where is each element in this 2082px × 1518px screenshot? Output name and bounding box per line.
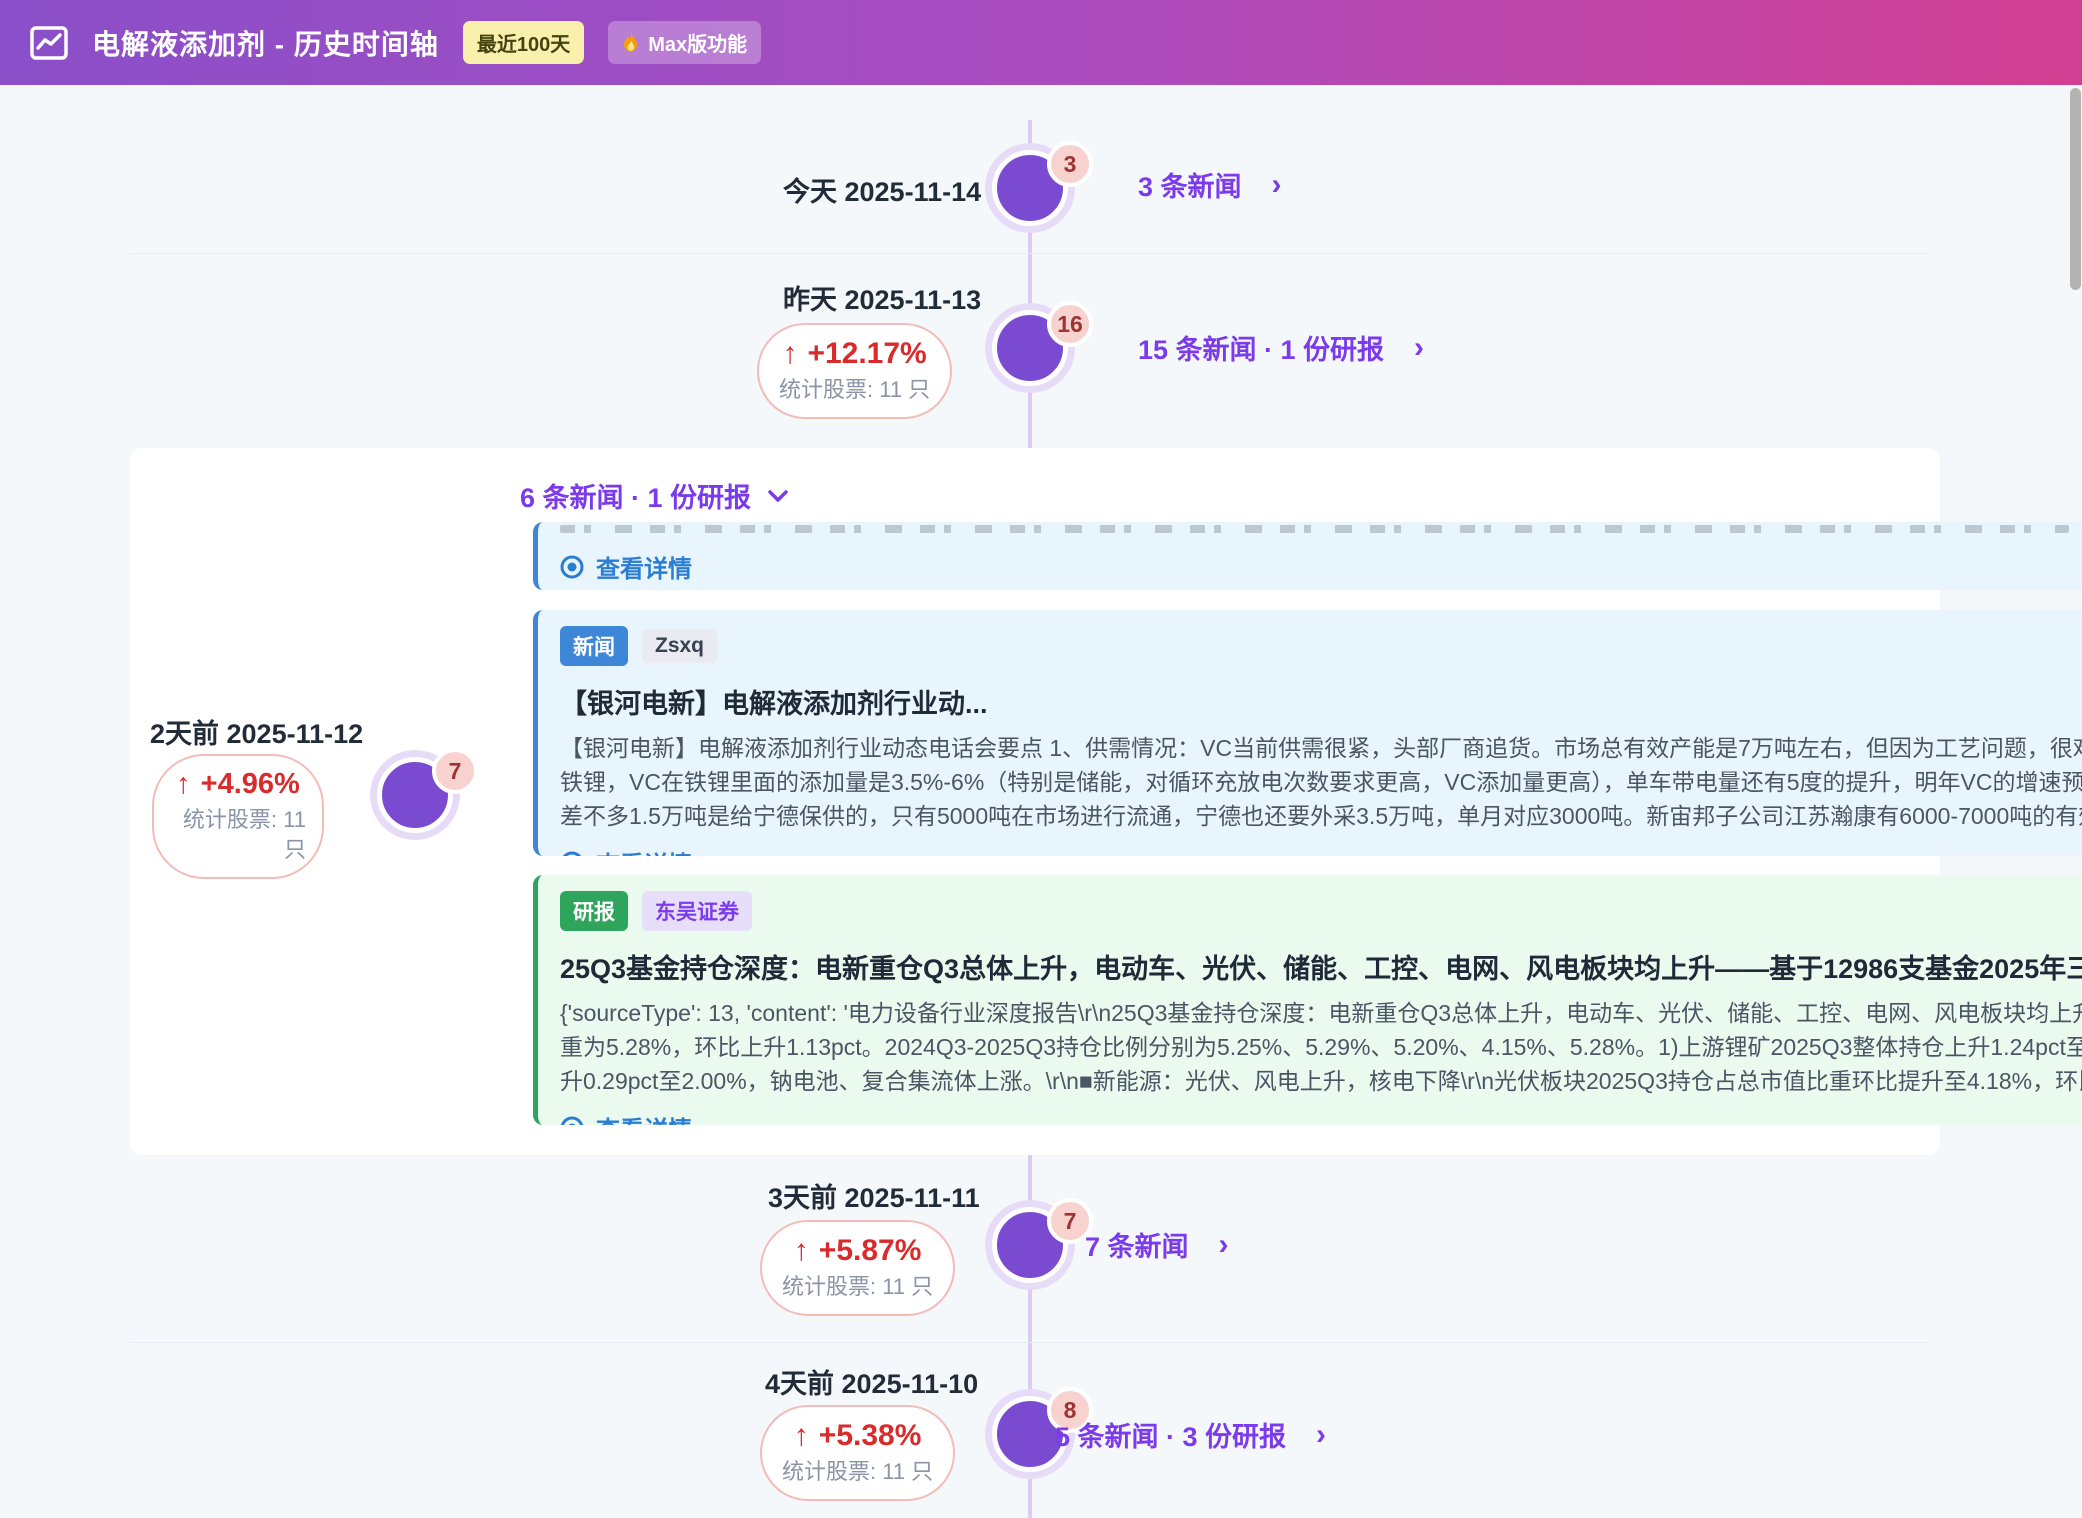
news-body-line: 差不多1.5万吨是给宁德保供的，只有5000吨在市场进行流通，宁德也还要外采3.… [560,799,2082,833]
view-detail-link[interactable]: 查看详情 [538,1098,2082,1125]
report-body-line: 升0.29pct至2.00%，钠电池、复合集流体上涨。\r\n■新能源：光伏、风… [560,1064,2082,1098]
entry-link-label: 3 条新闻 [1138,165,1242,204]
view-detail-link[interactable]: 查看详情 [538,833,2082,856]
stocks-counted: 统计股票: 11 只 [782,1272,933,1302]
change-pill: ↑ +4.96% 统计股票: 11 只 [152,754,324,879]
stocks-counted: 统计股票: 11 只 [782,1457,933,1487]
chevron-right-icon: › [1316,1420,1326,1450]
timeline-node-3days[interactable]: 7 [992,1207,1068,1283]
day-summary-toggle[interactable]: 6 条新闻 · 1 份研报 [520,476,789,515]
change-percent: +5.87% [819,1234,922,1267]
change-pill: ↑ +12.17% 统计股票: 11 只 [757,323,952,419]
date-range-badge: 最近100天 [463,21,584,64]
report-body-line: 重为5.28%，环比上升1.13pct。2024Q3-2025Q3持仓比例分别为… [560,1030,2082,1064]
entry-date-4days: 4天前 2025-11-10 [765,1362,978,1401]
entry-link-label: 15 条新闻 · 1 份研报 [1138,328,1384,367]
entry-date-today: 今天 2025-11-14 [783,170,981,209]
news-type-badge: 新闻 [560,626,628,666]
entry-link-label: 7 条新闻 [1085,1225,1189,1264]
view-detail-label: 查看详情 [596,845,692,856]
chevron-down-icon [767,489,789,503]
chevron-right-icon: › [1272,170,1282,200]
news-body: 【银河电新】电解液添加剂行业动态电话会要点 1、供需情况：VC当前供需很紧，头部… [538,721,2082,833]
entry-date-3days: 3天前 2025-11-11 [768,1176,980,1215]
news-body-line: 【银河电新】电解液添加剂行业动态电话会要点 1、供需情况：VC当前供需很紧，头部… [560,731,2082,765]
clipped-text-strip [560,525,2069,533]
change-percent: +4.96% [201,768,300,800]
entry-link-yesterday[interactable]: 15 条新闻 · 1 份研报 › [1138,328,1424,367]
report-body-line: {'sourceType': 13, 'content': '电力设备行业深度报… [560,996,2082,1030]
up-arrow-icon: ↑ [176,768,191,800]
news-title: 【银河电新】电解液添加剂行业动... [538,666,2082,721]
chevron-right-icon: › [1414,333,1424,363]
timeline-node-yesterday[interactable]: 16 [992,310,1068,386]
change-percent: +5.38% [819,1419,922,1452]
eye-icon [560,851,584,857]
entry-date-yesterday: 昨天 2025-11-13 [783,278,981,317]
entry-link-label: 5 条新闻 · 3 份研报 [1055,1415,1286,1454]
count-badge: 7 [432,748,478,794]
entry-link-today[interactable]: 3 条新闻 › [1138,165,1282,204]
change-percent: +12.17% [807,337,926,370]
flame-icon [622,32,640,54]
source-tag: Zsxq [642,629,717,663]
chevron-right-icon: › [1219,1230,1229,1260]
count-badge: 16 [1047,301,1093,347]
timeline-node-2days[interactable]: 7 [377,757,453,833]
news-card-clipped: 查看详情 [533,522,2082,590]
row-divider [130,253,1930,254]
up-arrow-icon: ↑ [794,1419,809,1452]
entry-date-2days: 2天前 2025-11-12 [150,712,363,751]
day-summary-label: 6 条新闻 · 1 份研报 [520,476,751,515]
timeline-node-today[interactable]: 3 [992,150,1068,226]
report-title: 25Q3基金持仓深度：电新重仓Q3总体上升，电动车、光伏、储能、工控、电网、风电… [538,931,2082,986]
stocks-counted: 统计股票: 11 只 [779,375,930,405]
scrollbar-thumb[interactable] [2070,88,2081,290]
report-type-badge: 研报 [560,891,628,931]
view-detail-label: 查看详情 [596,549,692,584]
up-arrow-icon: ↑ [782,337,797,370]
source-tag: 东吴证券 [642,891,752,931]
max-feature-label: Max版功能 [648,28,747,57]
trend-chart-icon [30,26,68,60]
view-detail-link[interactable]: 查看详情 [538,533,2082,590]
expanded-day-panel: 2天前 2025-11-12 ↑ +4.96% 统计股票: 11 只 7 6 条新… [130,448,1940,1155]
up-arrow-icon: ↑ [794,1234,809,1267]
news-card: 新闻 Zsxq 【银河电新】电解液添加剂行业动... 【银河电新】电解液添加剂行… [533,610,2082,856]
report-card: 研报 东吴证券 25Q3基金持仓深度：电新重仓Q3总体上升，电动车、光伏、储能、… [533,875,2082,1125]
entry-link-4days[interactable]: 5 条新闻 · 3 份研报 › [1055,1415,1326,1454]
count-badge: 3 [1047,141,1093,187]
report-body: {'sourceType': 13, 'content': '电力设备行业深度报… [538,986,2082,1098]
stocks-counted: 统计股票: 11 只 [170,805,306,865]
app-header: 电解液添加剂 - 历史时间轴 最近100天 Max版功能 [0,0,2082,85]
eye-icon [560,555,584,579]
row-divider [130,1342,1930,1343]
view-detail-label: 查看详情 [596,1110,692,1125]
change-pill: ↑ +5.87% 统计股票: 11 只 [760,1220,955,1316]
entry-link-3days[interactable]: 7 条新闻 › [1085,1225,1229,1264]
change-pill: ↑ +5.38% 统计股票: 11 只 [760,1405,955,1501]
eye-icon [560,1116,584,1126]
max-feature-badge: Max版功能 [608,21,761,64]
page-title: 电解液添加剂 - 历史时间轴 [92,23,439,63]
news-body-line: 铁锂，VC在铁锂里面的添加量是3.5%-6%（特别是储能，对循环充放电次数要求更… [560,765,2082,799]
